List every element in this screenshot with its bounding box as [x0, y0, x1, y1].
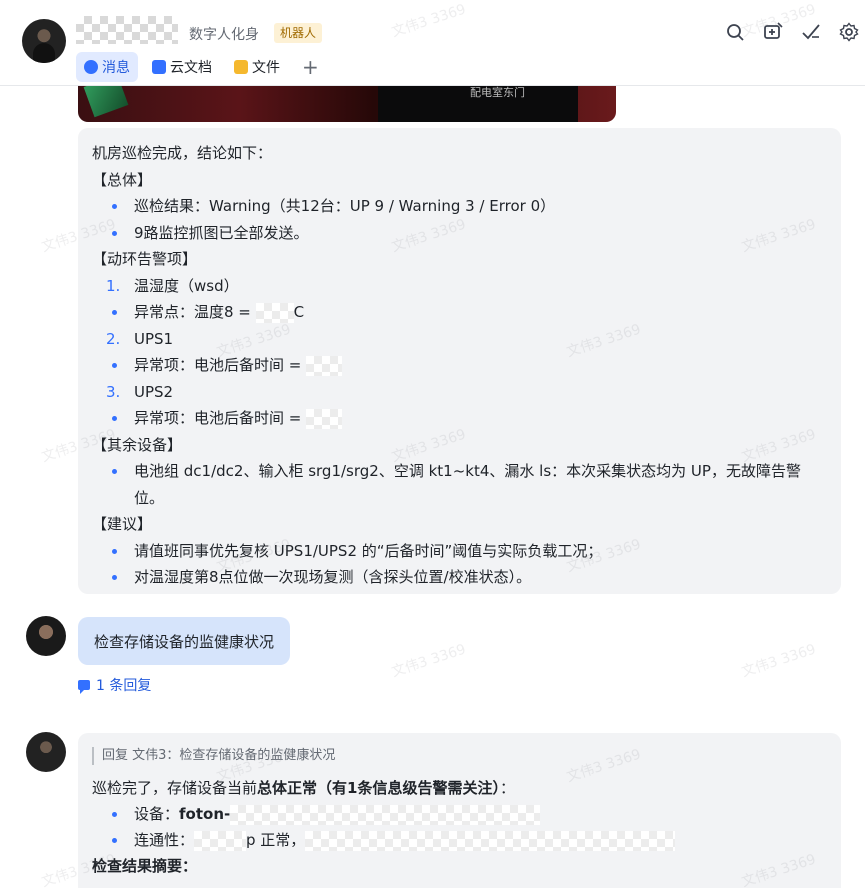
- item-text: p 正常，: [246, 831, 306, 849]
- camera-snapshot-image[interactable]: 配电室东门: [78, 86, 616, 122]
- tab-cloud-docs[interactable]: 云文档: [144, 52, 220, 82]
- list-item: 巡检结果：Warning（共12台：UP 9 / Warning 3 / Err…: [92, 193, 827, 220]
- summary-label: 检查结果摘要：: [92, 857, 198, 875]
- exit-sign-glow: [83, 86, 129, 118]
- section-alarms: 【动环告警项】: [92, 250, 198, 268]
- bot-avatar[interactable]: [26, 732, 66, 772]
- item-text: 异常项：电池后备时间 =: [134, 409, 307, 427]
- chat-tabs: 消息 云文档 文件 +: [76, 52, 327, 82]
- section-suggestions: 【建议】: [92, 515, 153, 533]
- redacted-value: [305, 830, 676, 851]
- tab-label: 文件: [252, 60, 280, 76]
- tab-messages[interactable]: 消息: [76, 52, 138, 82]
- numbered-item: 1. 温湿度（wsd）: [92, 273, 827, 300]
- tab-label: 消息: [102, 60, 130, 76]
- intro-colon: ：: [499, 779, 515, 797]
- item-label: UPS1: [134, 329, 174, 348]
- tab-files[interactable]: 文件: [226, 52, 288, 82]
- chat-bubble-icon: [84, 60, 98, 74]
- chat-subtitle: 数字人化身: [189, 27, 259, 43]
- list-item: 异常点：温度8 = C: [92, 299, 827, 326]
- user-query-message[interactable]: 检查存储设备的监健康状况: [78, 617, 291, 665]
- intro-text: 巡检完了，存储设备当前: [92, 779, 258, 797]
- redacted-value: [230, 804, 541, 825]
- item-label: 连通性：: [134, 831, 195, 849]
- watermark: 文伟3 3369: [389, 641, 468, 681]
- watermark: 文伟3 3369: [739, 641, 818, 681]
- numbered-item: 3. UPS2: [92, 379, 827, 406]
- list-item: 9路监控抓图已全部发送。: [92, 220, 827, 247]
- intro-highlight: 总体正常（有1条信息级告警需关注）: [257, 779, 500, 797]
- new-window-icon[interactable]: [761, 20, 785, 44]
- list-item: 电池组 dc1/dc2、输入柜 srg1/srg2、空调 kt1~kt4、漏水 …: [92, 458, 827, 511]
- redacted-value: [255, 302, 294, 323]
- item-number: 3.: [106, 382, 121, 401]
- section-overall: 【总体】: [92, 170, 153, 189]
- bot-badge: 机器人: [274, 23, 323, 43]
- add-tab-button[interactable]: +: [294, 55, 327, 79]
- redacted-value: [306, 408, 343, 429]
- report-intro: 机房巡检完成，结论如下：: [92, 144, 273, 162]
- list-item: 对温湿度第8点位做一次现场复测（含探头位置/校准状态）。: [92, 564, 827, 591]
- item-label: 温湿度（wsd）: [134, 276, 239, 295]
- chat-header: 数字人化身 机器人 消息 云文档 文件 +: [0, 0, 865, 86]
- snapshot-caption: 配电室东门: [470, 86, 525, 99]
- item-text: 异常项：电池后备时间 =: [134, 356, 307, 374]
- storage-check-message: 回复 文伟3：检查存储设备的监健康状况 巡检完了，存储设备当前总体正常（有1条信…: [78, 733, 841, 888]
- doc-icon: [152, 60, 166, 74]
- reply-quote[interactable]: 回复 文伟3：检查存储设备的监健康状况: [92, 747, 827, 765]
- settings-icon[interactable]: [837, 20, 861, 44]
- item-unit: C: [293, 303, 305, 321]
- item-number: 1.: [106, 276, 121, 295]
- redacted-value: [306, 355, 343, 376]
- summary-heading: 检查结果摘要：: [92, 853, 827, 879]
- folder-icon: [234, 60, 248, 74]
- numbered-item: 2. UPS1: [92, 326, 827, 353]
- redacted-chat-name: [76, 16, 178, 44]
- inspection-report-message: 机房巡检完成，结论如下： 【总体】 巡检结果：Warning（共12台：UP 9…: [78, 128, 841, 594]
- thread-replies-link[interactable]: 1 条回复: [78, 675, 151, 695]
- tab-label: 云文档: [170, 60, 212, 76]
- answer-intro: 巡检完了，存储设备当前总体正常（有1条信息级告警需关注）：: [92, 775, 827, 801]
- item-label: 设备：: [134, 805, 180, 823]
- device-name: foton-: [179, 805, 231, 823]
- list-item: 连通性： p 正常，: [92, 827, 827, 853]
- item-number: 2.: [106, 329, 121, 348]
- edit-check-icon[interactable]: [799, 20, 823, 44]
- list-item: 异常项：电池后备时间 =: [92, 405, 827, 432]
- item-label: UPS2: [134, 382, 174, 401]
- list-item: 请值班同事优先复核 UPS1/UPS2 的“后备时间”阈值与实际负载工况；: [92, 538, 827, 565]
- user-avatar[interactable]: [26, 616, 66, 656]
- query-text: 检查存储设备的监健康状况: [94, 632, 275, 651]
- reply-count: 1 条回复: [96, 678, 152, 694]
- item-text: 异常点：温度8 =: [134, 303, 256, 321]
- list-item: 异常项：电池后备时间 =: [92, 352, 827, 379]
- section-other-devices: 【其余设备】: [92, 435, 183, 454]
- search-icon[interactable]: [723, 20, 747, 44]
- header-actions: [723, 20, 865, 44]
- list-item: 设备：foton-: [92, 801, 827, 827]
- redacted-value: [194, 830, 247, 851]
- bot-avatar[interactable]: [22, 19, 66, 63]
- reply-bubble-icon: [78, 680, 90, 694]
